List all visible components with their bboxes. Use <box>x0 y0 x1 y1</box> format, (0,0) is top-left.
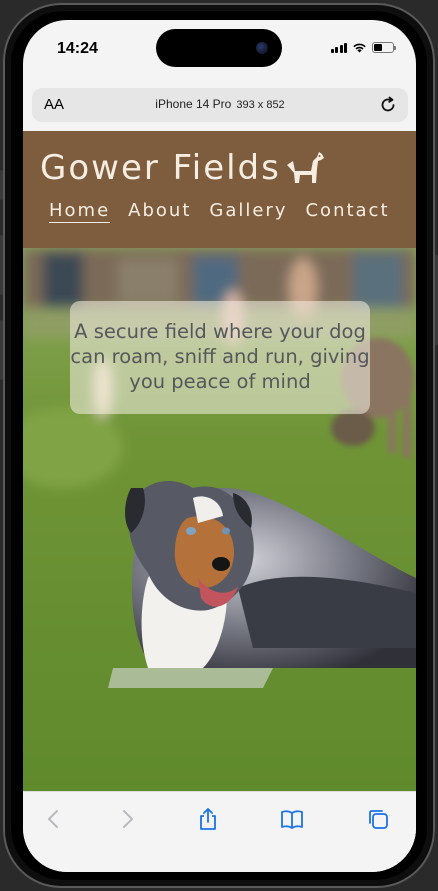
nav-home[interactable]: Home <box>49 200 111 223</box>
device-name: iPhone 14 Pro <box>155 97 232 111</box>
status-icons <box>330 42 396 53</box>
camera-icon <box>256 42 268 54</box>
tabs-icon[interactable] <box>365 806 391 832</box>
site-header: Gower Fields Home About Gallery Contact <box>23 131 416 248</box>
browser-toolbar <box>23 791 416 872</box>
hero-text-card: A secure field where your dog can roam, … <box>70 301 370 414</box>
share-icon[interactable] <box>195 806 221 832</box>
back-icon[interactable] <box>41 806 67 832</box>
nav-gallery[interactable]: Gallery <box>209 200 287 223</box>
nav-contact[interactable]: Contact <box>305 200 389 223</box>
main-nav: Home About Gallery Contact <box>49 200 390 223</box>
wifi-icon <box>353 43 366 53</box>
dog-icon <box>287 152 324 183</box>
phone-screen: 14:24 AA iPhone 14 Pro 393 x 852 Gower Fi… <box>23 20 416 872</box>
address-bar[interactable]: AA iPhone 14 Pro 393 x 852 <box>32 88 408 122</box>
forward-icon[interactable] <box>114 806 140 832</box>
hero-section: A secure field where your dog can roam, … <box>23 248 416 791</box>
status-bar: 14:24 <box>23 20 416 80</box>
status-time: 14:24 <box>57 40 98 57</box>
address-text[interactable]: iPhone 14 Pro 393 x 852 <box>32 97 408 111</box>
device-dimensions: 393 x 852 <box>236 99 285 111</box>
site-brand[interactable]: Gower Fields <box>40 148 281 188</box>
reload-icon[interactable] <box>378 95 398 115</box>
bookmarks-icon[interactable] <box>279 806 305 832</box>
dynamic-island <box>156 29 282 67</box>
battery-icon <box>372 42 396 53</box>
hero-tagline: A secure field where your dog can roam, … <box>70 320 370 393</box>
signal-icon <box>330 42 347 53</box>
nav-about[interactable]: About <box>128 200 191 223</box>
